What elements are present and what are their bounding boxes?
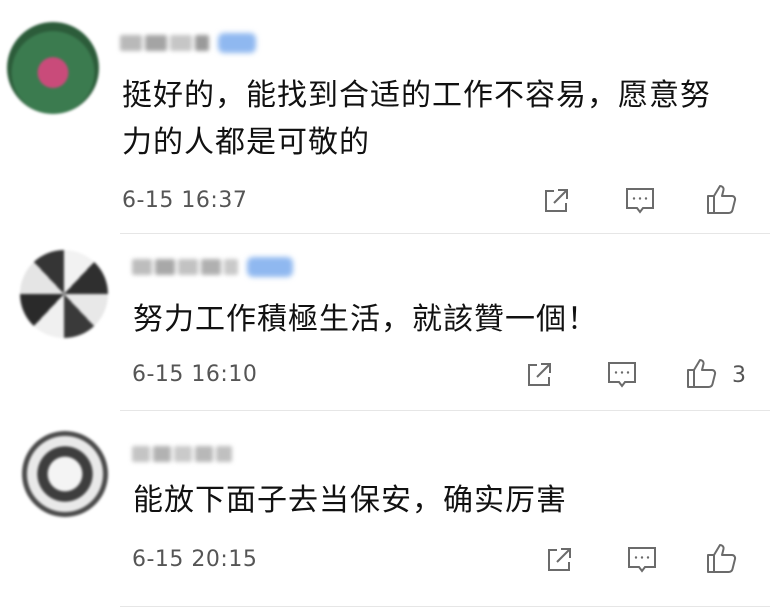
level-badge xyxy=(218,33,256,53)
avatar[interactable] xyxy=(20,250,108,338)
level-badge xyxy=(247,257,293,277)
comment-item: 挺好的，能找到合适的工作不容易，愿意努 力的人都是可敬的 6-15 16:37 xyxy=(0,0,770,230)
share-icon xyxy=(528,363,551,386)
comment-text: 努力工作積極生活，就該贊一個！ xyxy=(133,296,598,343)
username-blurred[interactable] xyxy=(132,441,232,467)
username-blurred[interactable] xyxy=(120,30,256,56)
divider xyxy=(120,606,770,607)
username-blurred[interactable] xyxy=(132,254,293,280)
comment-icon xyxy=(608,362,636,388)
share-button[interactable] xyxy=(541,542,577,578)
like-button[interactable] xyxy=(684,355,720,391)
comment-text-line: 能放下面子去当保安，确实厉害 xyxy=(133,483,567,518)
like-button[interactable] xyxy=(704,181,740,217)
thumbs-up-icon xyxy=(687,359,717,388)
comment-text: 挺好的，能找到合适的工作不容易，愿意努 力的人都是可敬的 xyxy=(122,72,711,166)
thumbs-up-icon xyxy=(707,185,737,214)
share-icon xyxy=(545,189,568,212)
share-icon xyxy=(548,548,571,571)
comment-icon xyxy=(626,188,654,214)
comment-item: 能放下面子去当保安，确实厉害 6-15 20:15 xyxy=(0,411,770,613)
comment-time: 6-15 20:15 xyxy=(132,547,258,572)
avatar[interactable] xyxy=(22,431,108,517)
comment-text-line: 力的人都是可敬的 xyxy=(122,125,370,160)
comment-list: 挺好的，能找到合适的工作不容易，愿意努 力的人都是可敬的 6-15 16:37 xyxy=(0,0,770,613)
like-button[interactable] xyxy=(704,540,740,576)
comment-icon xyxy=(628,547,656,573)
avatar[interactable] xyxy=(7,22,99,114)
reply-button[interactable] xyxy=(624,542,660,578)
share-button[interactable] xyxy=(521,357,557,393)
comment-time: 6-15 16:10 xyxy=(132,362,258,387)
share-button[interactable] xyxy=(538,183,574,219)
reply-button[interactable] xyxy=(622,183,658,219)
comment-time: 6-15 16:37 xyxy=(122,188,248,213)
comment-item: 努力工作積極生活，就該贊一個！ 6-15 16:10 3 xyxy=(0,234,770,414)
comment-text-line: 挺好的，能找到合适的工作不容易，愿意努 xyxy=(122,78,711,113)
like-count: 3 xyxy=(732,363,746,388)
thumbs-up-icon xyxy=(707,544,737,573)
reply-button[interactable] xyxy=(604,357,640,393)
comment-text: 能放下面子去当保安，确实厉害 xyxy=(133,477,567,524)
comment-text-line: 努力工作積極生活，就該贊一個！ xyxy=(133,302,598,337)
